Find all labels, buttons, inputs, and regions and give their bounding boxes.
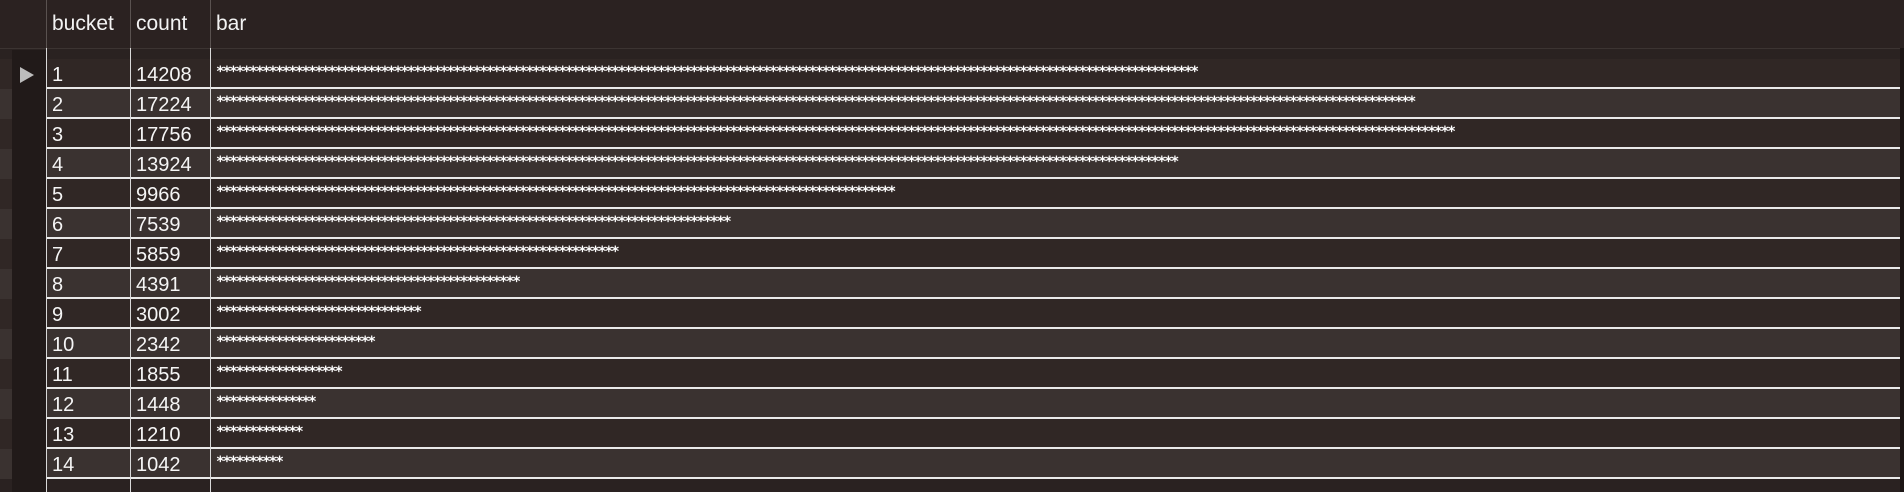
row-gutter-cell[interactable] (12, 299, 46, 329)
cell-bar[interactable]: ****************************************… (210, 89, 1900, 119)
column-header-count[interactable]: count (130, 0, 210, 48)
row-gutter-cell[interactable] (12, 449, 46, 479)
table-row[interactable]: 13 1210 ************* (0, 419, 1904, 449)
cell-bucket[interactable]: 3 (46, 119, 130, 149)
table-row[interactable]: 4 13924 **********************************… (0, 149, 1904, 179)
cell-bar[interactable]: ************************ (210, 329, 1900, 359)
column-header-bar[interactable]: bar (210, 0, 1900, 48)
table-row[interactable]: 11 1855 ******************* (0, 359, 1904, 389)
cell-bar[interactable]: ****************************************… (210, 209, 1900, 239)
table-row[interactable]: 7 5859 ***********************************… (0, 239, 1904, 269)
cell-count[interactable]: 1210 (130, 419, 210, 449)
grid-header: bucket count bar (0, 0, 1904, 49)
cell-bucket[interactable]: 6 (46, 209, 130, 239)
cell-bucket[interactable]: 7 (46, 239, 130, 269)
row-gutter-cell[interactable] (12, 149, 46, 179)
cell-count[interactable]: 13924 (130, 149, 210, 179)
cell-count[interactable]: 17224 (130, 89, 210, 119)
cell-bucket[interactable]: 2 (46, 89, 130, 119)
cell-count[interactable]: 4391 (130, 269, 210, 299)
cell-count[interactable]: 14208 (130, 59, 210, 89)
row-separator (46, 477, 1904, 479)
row-gutter-cell[interactable] (12, 329, 46, 359)
column-divider (210, 48, 211, 492)
cell-bar[interactable]: ****************************************… (210, 149, 1900, 179)
cell-bucket[interactable]: 14 (46, 449, 130, 479)
cell-bar[interactable]: ****************************************… (210, 179, 1900, 209)
cell-bucket[interactable]: 5 (46, 179, 130, 209)
row-gutter-cell[interactable] (12, 179, 46, 209)
row-gutter-cell[interactable] (12, 209, 46, 239)
cell-count[interactable]: 17756 (130, 119, 210, 149)
cell-count[interactable]: 3002 (130, 299, 210, 329)
cell-bar[interactable]: ****************************************… (210, 119, 1900, 149)
cell-count[interactable]: 7539 (130, 209, 210, 239)
row-gutter-cell[interactable] (12, 119, 46, 149)
cell-bucket[interactable]: 9 (46, 299, 130, 329)
table-row[interactable]: 9 3002 ******************************* (0, 299, 1904, 329)
cell-bucket[interactable]: 11 (46, 359, 130, 389)
right-edge (1900, 48, 1904, 492)
cell-bucket[interactable]: 13 (46, 419, 130, 449)
cell-bar[interactable]: ****************************************… (210, 59, 1900, 89)
cell-bar[interactable]: ****************************************… (210, 269, 1900, 299)
table-row[interactable]: 1 14208 **********************************… (0, 59, 1904, 89)
cell-bar[interactable]: ****************************************… (210, 239, 1900, 269)
table-row[interactable]: 14 1042 ********** (0, 449, 1904, 479)
cell-count[interactable]: 5859 (130, 239, 210, 269)
cell-bar[interactable]: ********** (210, 449, 1900, 479)
row-gutter-cell[interactable] (12, 389, 46, 419)
play-triangle-icon (20, 67, 34, 83)
result-grid: bucket count bar 1 14208 *****************… (0, 0, 1904, 492)
cell-bucket[interactable]: 10 (46, 329, 130, 359)
row-gutter-cell[interactable] (12, 239, 46, 269)
cell-bar[interactable]: *************** (210, 389, 1900, 419)
cell-bucket[interactable]: 1 (46, 59, 130, 89)
column-divider (130, 48, 131, 492)
cell-bar[interactable]: ******************************* (210, 299, 1900, 329)
cell-bucket[interactable]: 4 (46, 149, 130, 179)
row-gutter-cell[interactable] (12, 419, 46, 449)
table-row[interactable]: 5 9966 ***********************************… (0, 179, 1904, 209)
table-row[interactable]: 8 4391 ***********************************… (0, 269, 1904, 299)
cell-count[interactable]: 1042 (130, 449, 210, 479)
table-row[interactable]: 12 1448 *************** (0, 389, 1904, 419)
cell-bar[interactable]: ******************* (210, 359, 1900, 389)
table-row[interactable]: 10 2342 ************************ (0, 329, 1904, 359)
column-divider (46, 48, 47, 492)
cell-count[interactable]: 1448 (130, 389, 210, 419)
row-gutter-cell[interactable] (12, 269, 46, 299)
cell-count[interactable]: 2342 (130, 329, 210, 359)
column-header-bucket[interactable]: bucket (46, 0, 130, 48)
cell-bucket[interactable]: 12 (46, 389, 130, 419)
table-row[interactable]: 6 7539 ***********************************… (0, 209, 1904, 239)
row-gutter-cell[interactable] (12, 89, 46, 119)
cell-count[interactable]: 1855 (130, 359, 210, 389)
table-row[interactable]: 2 17224 **********************************… (0, 89, 1904, 119)
cell-count[interactable]: 9966 (130, 179, 210, 209)
cell-bucket[interactable]: 8 (46, 269, 130, 299)
row-gutter-cell[interactable] (12, 359, 46, 389)
table-row[interactable]: 3 17756 **********************************… (0, 119, 1904, 149)
cell-bar[interactable]: ************* (210, 419, 1900, 449)
